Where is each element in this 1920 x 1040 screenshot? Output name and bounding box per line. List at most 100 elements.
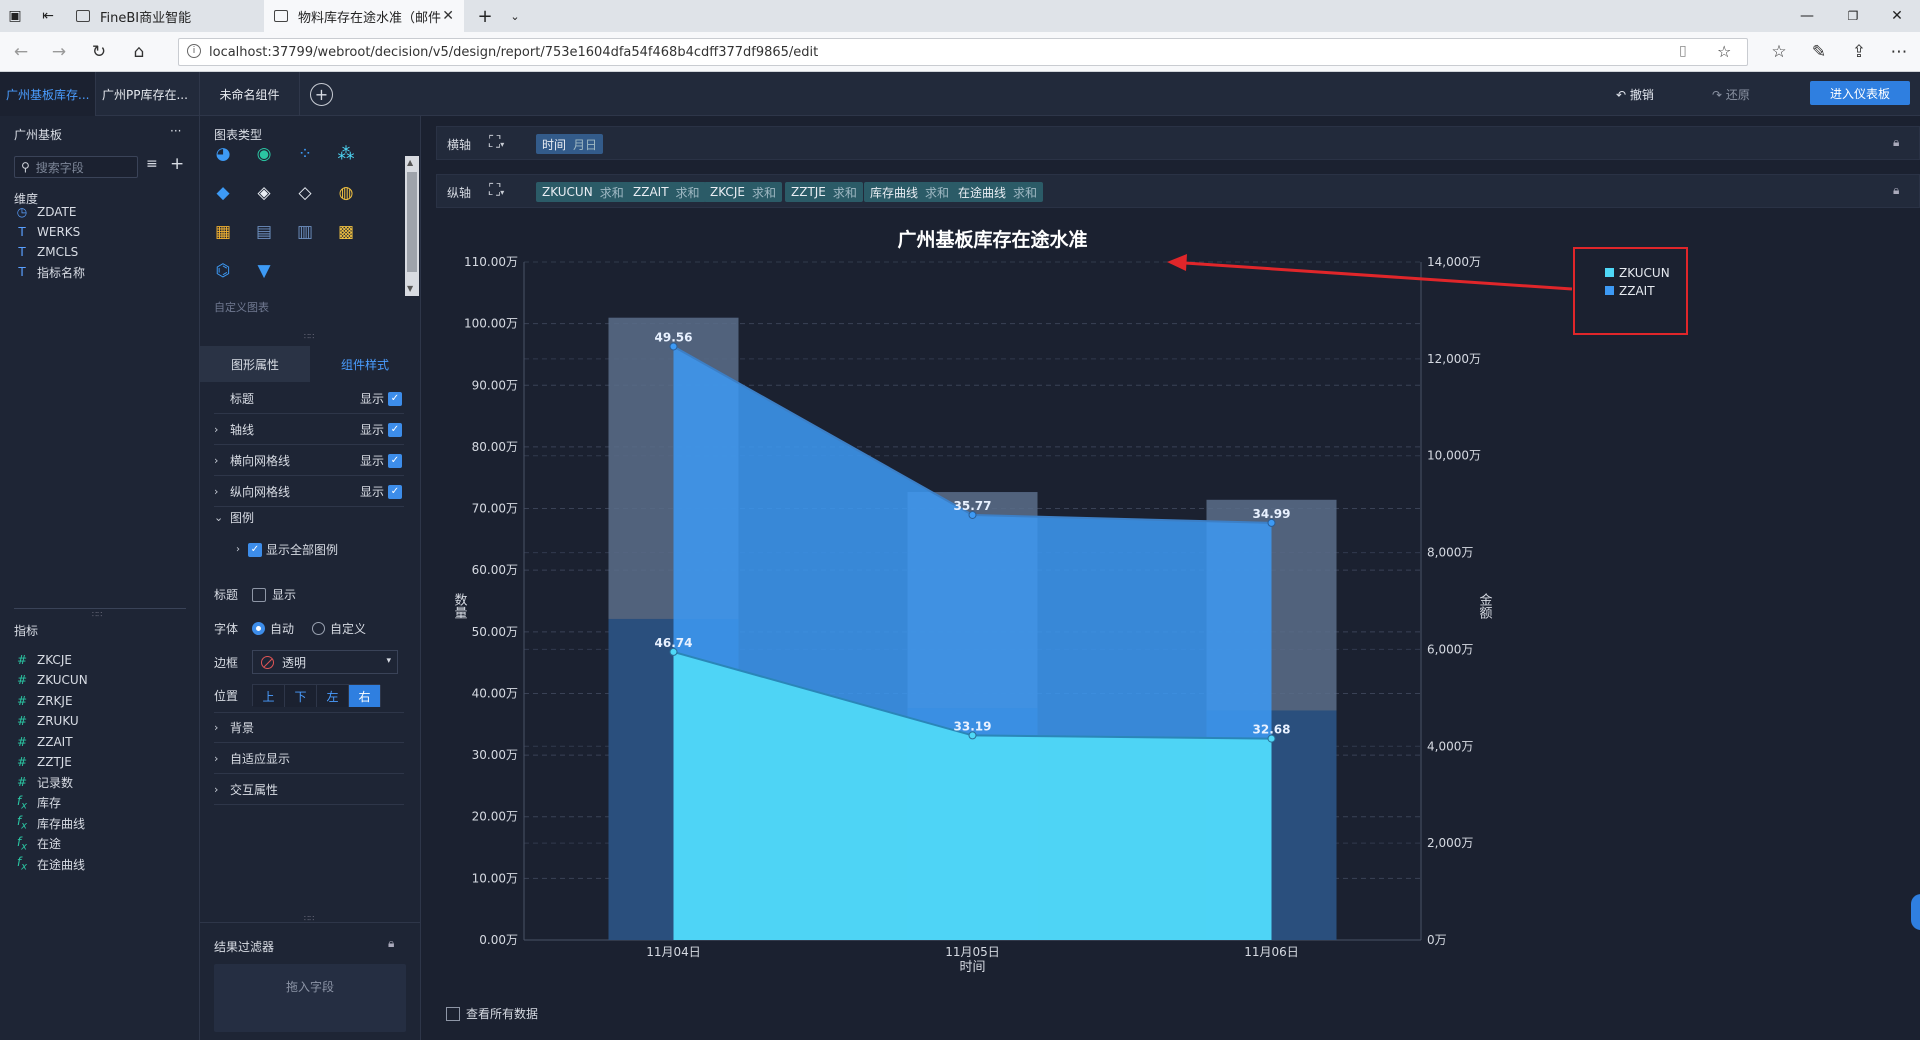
property-checkbox[interactable]: ✓ — [388, 391, 402, 406]
map-point-icon[interactable]: ◈ — [251, 182, 277, 204]
scrollbar[interactable]: ▲ ▼ — [405, 156, 419, 296]
more-options-icon[interactable]: ··· — [170, 124, 181, 138]
property-checkbox[interactable]: ✓ — [388, 484, 402, 499]
scatter-chart-icon[interactable]: ⁘ — [292, 143, 318, 165]
funnel-chart-icon[interactable]: ▼ — [251, 260, 277, 282]
side-handle[interactable] — [1911, 894, 1920, 930]
lock-icon[interactable]: 🔒︎ — [388, 936, 394, 951]
new-tab-button[interactable]: + — [470, 0, 500, 32]
redo-button[interactable]: ↷ 还原 — [1712, 86, 1750, 103]
set-aside-tabs-icon[interactable]: ⇤ — [30, 0, 66, 32]
minimize-button[interactable]: — — [1784, 0, 1830, 32]
position-left-button[interactable]: 左 — [317, 685, 349, 707]
position-right-button[interactable]: 右 — [349, 685, 381, 707]
measure-field[interactable]: fx 在途曲线 — [14, 854, 85, 874]
font-auto-radio[interactable] — [252, 622, 265, 635]
forward-icon[interactable]: → — [44, 38, 74, 66]
component-tab[interactable]: 未命名组件 — [200, 72, 300, 116]
component-tab[interactable]: 广州基板库存... — [0, 72, 96, 116]
measure-field[interactable]: # 记录数 — [14, 772, 73, 792]
dimension-field[interactable]: ◷ ZDATE — [14, 202, 77, 222]
pie-chart-icon[interactable]: ◕ — [210, 143, 236, 165]
dimension-field[interactable]: T 指标名称 — [14, 262, 85, 282]
table-icon[interactable]: ▤ — [251, 221, 277, 243]
show-all-legend-checkbox[interactable]: ✓ — [248, 542, 262, 557]
bubble-chart-icon[interactable]: ⁂ — [333, 143, 359, 165]
chevron-down-icon[interactable]: ⌄ — [500, 0, 530, 32]
style-section-row[interactable]: › 背景 — [214, 713, 404, 743]
url-field[interactable]: i localhost:37799/webroot/decision/v5/de… — [178, 38, 1748, 66]
undo-button[interactable]: ↶ 撤销 — [1616, 86, 1654, 103]
favorites-icon[interactable]: ☆ — [1764, 38, 1794, 66]
map-region-icon[interactable]: ◆ — [210, 182, 236, 204]
treemap-icon[interactable]: ▩ — [333, 221, 359, 243]
drag-handle-icon[interactable]: ∷∷ — [92, 610, 102, 619]
scroll-down-icon[interactable]: ▼ — [407, 284, 417, 294]
property-row[interactable]: › 轴线 显示 ✓ — [214, 415, 404, 445]
measure-field[interactable]: # ZZTJE — [14, 752, 72, 772]
back-icon[interactable]: ← — [6, 38, 36, 66]
share-icon[interactable]: ⇪ — [1844, 38, 1874, 66]
x-axis-title: 时间 — [959, 960, 985, 975]
dimension-field[interactable]: T WERKS — [14, 222, 80, 242]
url-text: localhost:37799/webroot/decision/v5/desi… — [209, 44, 819, 60]
font-custom-radio[interactable] — [312, 622, 326, 635]
property-row[interactable]: › 横向网格线 显示 ✓ — [214, 446, 404, 476]
view-all-data-option[interactable]: 查看所有数据 — [446, 1005, 538, 1022]
more-icon[interactable]: ⋯ — [1884, 38, 1914, 66]
scrollbar-thumb[interactable] — [407, 172, 417, 272]
tab-actions-icon[interactable]: ▣ — [0, 0, 30, 32]
browser-tab-report[interactable]: 物料库存在途水准（邮件 ✕ — [264, 0, 464, 32]
measure-field[interactable]: # ZRKJE — [14, 691, 73, 711]
measure-field[interactable]: # ZRUKU — [14, 711, 79, 731]
restore-button[interactable]: ❐ — [1830, 0, 1876, 32]
property-row[interactable]: 标题 显示 ✓ — [214, 384, 404, 414]
refresh-icon[interactable]: ↻ — [84, 38, 114, 66]
info-icon[interactable]: i — [187, 44, 201, 58]
cross-table-icon[interactable]: ▥ — [292, 221, 318, 243]
dimension-field[interactable]: T ZMCLS — [14, 242, 78, 262]
legend-section[interactable]: ⌄ 图例 — [214, 502, 404, 532]
legend-title-checkbox[interactable] — [252, 587, 266, 602]
legend-entry[interactable]: ZZAIT — [1619, 284, 1655, 298]
favorite-star-icon[interactable]: ☆ — [1717, 42, 1731, 61]
tab-component-style[interactable]: 组件样式 — [310, 346, 420, 382]
tab-graphic-properties[interactable]: 图形属性 — [200, 346, 310, 382]
measure-field[interactable]: fx 在途 — [14, 834, 61, 854]
close-tab-icon[interactable]: ✕ — [442, 8, 454, 24]
property-checkbox[interactable]: ✓ — [388, 453, 402, 468]
measure-field[interactable]: # ZKUCUN — [14, 670, 88, 690]
browser-tab-finebi[interactable]: FineBI商业智能 — [66, 0, 264, 32]
measure-field[interactable]: # ZZAIT — [14, 732, 73, 752]
measure-field[interactable]: # ZKCJE — [14, 650, 72, 670]
border-select[interactable]: 透明 ▾ — [252, 650, 398, 674]
view-all-data-checkbox[interactable] — [446, 1006, 460, 1021]
map-heat-icon[interactable]: ◍ — [333, 182, 359, 204]
component-tab[interactable]: 广州PP库存在... — [96, 72, 200, 116]
position-bottom-button[interactable]: 下 — [285, 685, 317, 707]
add-field-icon[interactable]: + — [170, 154, 184, 174]
search-field-input[interactable]: ⚲ 搜索字段 — [14, 156, 138, 178]
drag-handle-icon[interactable]: ∷∷ — [304, 332, 314, 341]
heatmap-icon[interactable]: ▦ — [210, 221, 236, 243]
position-top-button[interactable]: 上 — [253, 685, 285, 707]
filter-drop-zone[interactable]: 拖入字段 — [214, 964, 406, 1032]
field-settings-icon[interactable]: ≡ — [146, 156, 158, 172]
style-section-row[interactable]: › 交互属性 — [214, 775, 404, 805]
legend-entry[interactable]: ZKUCUN — [1619, 266, 1670, 280]
close-window-button[interactable]: ✕ — [1874, 0, 1920, 32]
measure-field[interactable]: fx 库存曲线 — [14, 813, 85, 833]
home-icon[interactable]: ⌂ — [124, 38, 154, 66]
style-section-row[interactable]: › 自适应显示 — [214, 744, 404, 774]
add-component-button[interactable]: + — [310, 83, 333, 106]
pen-icon[interactable]: ✎ — [1804, 38, 1834, 66]
reading-view-icon[interactable]: ▯ — [1679, 43, 1687, 59]
map-flow-icon[interactable]: ◇ — [292, 182, 318, 204]
show-all-legend-option[interactable]: › ✓ 显示全部图例 — [236, 541, 338, 558]
property-checkbox[interactable]: ✓ — [388, 422, 402, 437]
scroll-up-icon[interactable]: ▲ — [407, 158, 417, 168]
measure-field[interactable]: fx 库存 — [14, 793, 61, 813]
donut-chart-icon[interactable]: ◉ — [251, 143, 277, 165]
enter-dashboard-button[interactable]: 进入仪表板 — [1810, 81, 1910, 105]
custom-chart-icon[interactable]: ⌬ — [210, 260, 236, 282]
